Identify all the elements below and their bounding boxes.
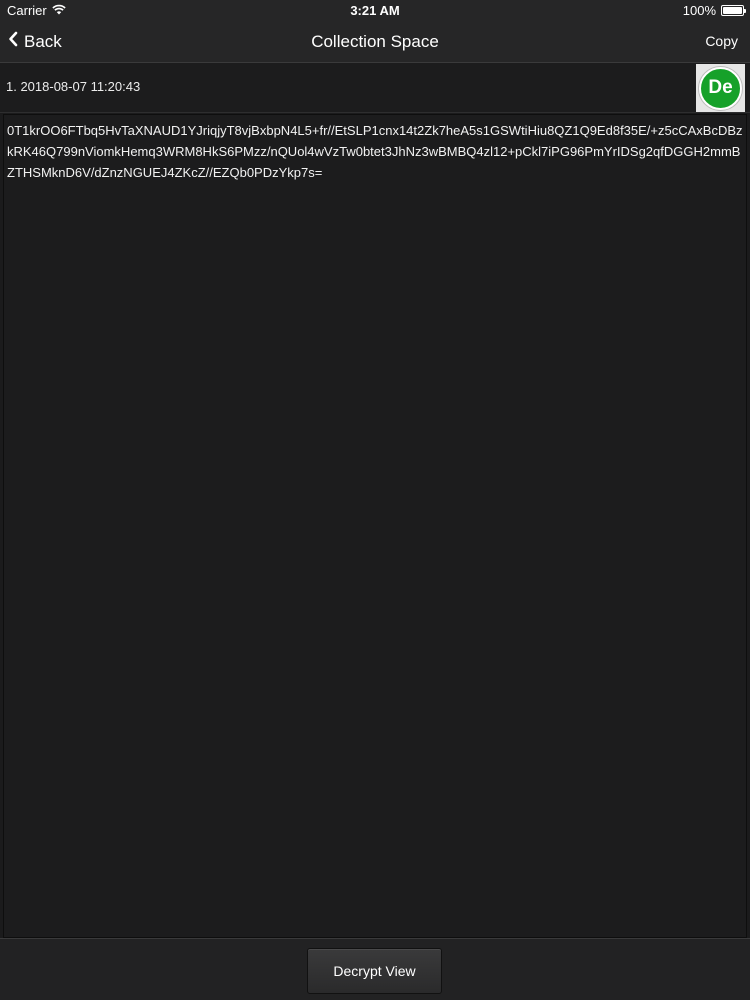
copy-button[interactable]: Copy [705,20,738,63]
encrypted-text-view[interactable]: 0T1krOO6FTbq5HvTaXNAUD1YJriqjyT8vjBxbpN4… [3,114,747,938]
entry-header: 1. 2018-08-07 11:20:43 De [0,63,750,113]
battery-icon [721,5,746,16]
status-time: 3:21 AM [350,3,400,18]
navigation-bar: Back Collection Space Copy [0,20,750,63]
status-bar: Carrier 3:21 AM 100% [0,0,750,20]
avatar-initials: De [699,66,742,110]
bottom-toolbar: Decrypt View [0,938,750,1000]
entry-timestamp: 1. 2018-08-07 11:20:43 [6,79,141,94]
page-title: Collection Space [311,32,439,51]
avatar[interactable]: De [696,64,745,112]
battery-indicator: 100% [682,3,746,18]
battery-percent: 100% [682,3,716,18]
encrypted-text: 0T1krOO6FTbq5HvTaXNAUD1YJriqjyT8vjBxbpN4… [7,123,743,180]
decrypt-view-button[interactable]: Decrypt View [307,948,442,994]
